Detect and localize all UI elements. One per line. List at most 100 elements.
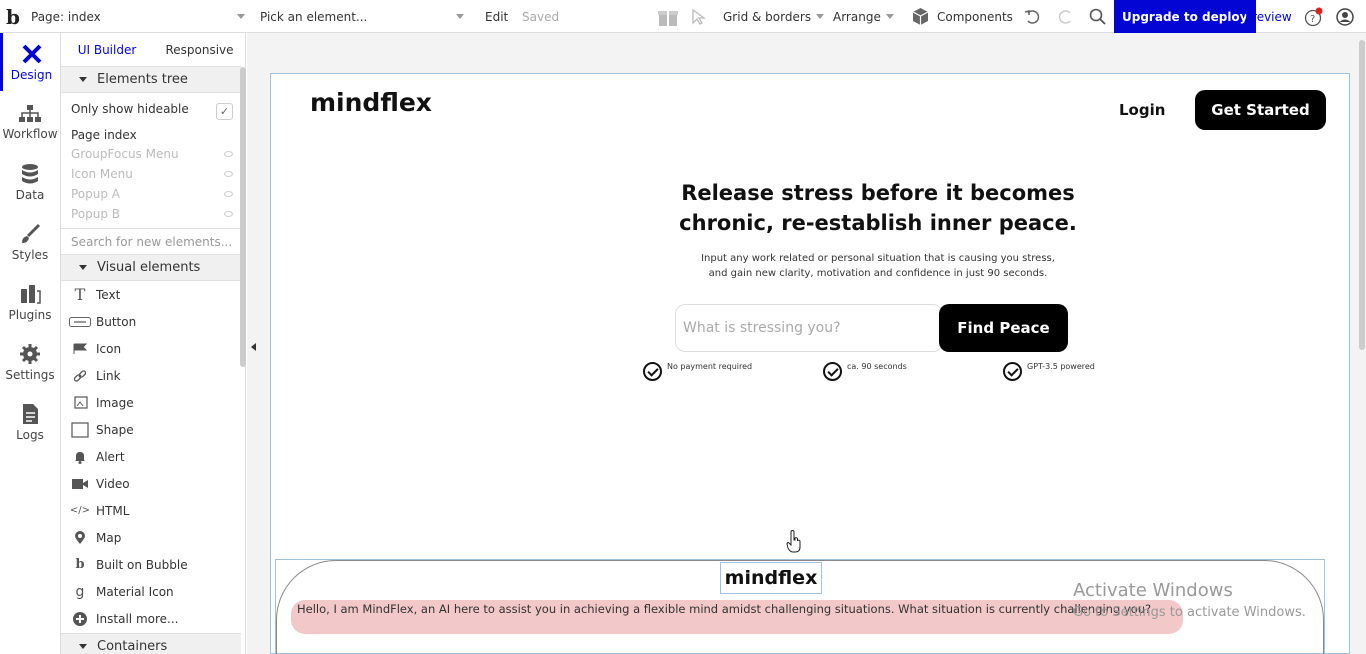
- tab-label: Responsive: [165, 42, 234, 57]
- chat-message-text: Hello, I am MindFlex, an AI here to assi…: [297, 602, 1152, 616]
- perk-no-payment[interactable]: No payment required: [643, 362, 752, 382]
- panel-tabs: UI Builder Responsive: [61, 33, 246, 66]
- stress-input[interactable]: [675, 304, 943, 352]
- perk-label: ca. 90 seconds: [847, 362, 907, 371]
- tree-item-page-index[interactable]: Page index: [61, 125, 241, 145]
- element-install-more[interactable]: Install more...: [61, 605, 241, 632]
- page-selector-label: Page: index: [31, 9, 101, 24]
- element-text[interactable]: T Text: [61, 281, 241, 308]
- edit-button[interactable]: Edit: [485, 0, 508, 33]
- element-map[interactable]: Map: [61, 524, 241, 551]
- nav-data[interactable]: Data: [0, 153, 60, 211]
- element-html[interactable]: </> HTML: [61, 497, 241, 524]
- only-show-hideable-checkbox[interactable]: ✓: [216, 103, 233, 120]
- element-built-on-bubble[interactable]: b Built on Bubble: [61, 551, 241, 578]
- element-label: Material Icon: [96, 584, 174, 599]
- only-show-hideable-label: Only show hideable: [71, 102, 189, 116]
- top-bar: b Page: index Pick an element... Edit Sa…: [0, 0, 1366, 33]
- site-logo[interactable]: mindflex: [310, 88, 432, 117]
- panel-scrollbar[interactable]: [240, 67, 246, 367]
- gear-icon: [20, 343, 40, 364]
- nav-logs[interactable]: Logs: [0, 393, 60, 451]
- activate-windows-watermark: Activate Windows Go to Settings to activ…: [1073, 580, 1306, 620]
- chevron-down-icon: [456, 14, 464, 19]
- perk-gpt[interactable]: GPT-3.5 powered: [1003, 362, 1095, 382]
- link-icon: [69, 368, 91, 384]
- visual-elements-header[interactable]: Visual elements: [61, 254, 241, 281]
- tab-ui-builder[interactable]: UI Builder: [61, 33, 153, 66]
- login-link[interactable]: Login: [1119, 101, 1165, 119]
- square-icon: [69, 421, 91, 438]
- section-label: Containers: [97, 639, 168, 654]
- element-button[interactable]: Button: [61, 308, 241, 335]
- element-label: Link: [96, 368, 121, 383]
- arrange-menu[interactable]: Arrange: [833, 0, 894, 33]
- element-material-icon[interactable]: g Material Icon: [61, 578, 241, 605]
- element-label: Icon: [96, 341, 122, 356]
- element-link[interactable]: Link: [61, 362, 241, 389]
- hero-subtitle[interactable]: Input any work related or personal situa…: [620, 251, 1136, 281]
- tab-responsive[interactable]: Responsive: [153, 33, 246, 66]
- section-label: Elements tree: [97, 72, 188, 87]
- tree-item-label: GroupFocus Menu: [71, 147, 179, 161]
- nav-settings[interactable]: Settings: [0, 333, 60, 391]
- bubble-logo[interactable]: b: [6, 0, 20, 33]
- watermark-subtitle: Go to Settings to activate Windows.: [1073, 605, 1306, 620]
- eye-icon[interactable]: [224, 211, 233, 217]
- chat-message-bubble[interactable]: Hello, I am MindFlex, an AI here to assi…: [291, 600, 1183, 634]
- grid-borders-label: Grid & borders: [723, 9, 812, 24]
- tree-item-icon-menu[interactable]: Icon Menu: [61, 164, 241, 184]
- element-image[interactable]: Image: [61, 389, 241, 416]
- containers-header[interactable]: Containers: [61, 633, 241, 654]
- code-icon: </>: [69, 505, 91, 516]
- nav-styles[interactable]: Styles: [0, 213, 60, 271]
- elements-tree-header[interactable]: Elements tree: [61, 66, 241, 93]
- check-circle-icon: [823, 362, 842, 381]
- search-elements-input[interactable]: Search for new elements...: [61, 228, 241, 255]
- perk-duration[interactable]: ca. 90 seconds: [823, 362, 907, 382]
- element-label: Video: [96, 476, 130, 491]
- hero-title[interactable]: Release stress before it becomes chronic…: [620, 178, 1136, 238]
- flag-icon: [69, 341, 91, 357]
- element-video[interactable]: Video: [61, 470, 241, 497]
- eye-icon[interactable]: [224, 171, 233, 177]
- check-circle-icon: [643, 362, 662, 381]
- nav-workflow[interactable]: Workflow: [0, 93, 60, 151]
- tree-item-popup-a[interactable]: Popup A: [61, 184, 241, 204]
- nav-label: Logs: [16, 427, 44, 442]
- cursor-select-icon[interactable]: [692, 0, 706, 33]
- element-alert[interactable]: Alert: [61, 443, 241, 470]
- nav-design[interactable]: Design: [0, 33, 60, 91]
- components-button[interactable]: Components: [911, 0, 1013, 33]
- tree-item-groupfocus-menu[interactable]: GroupFocus Menu: [61, 144, 241, 164]
- nav-plugins[interactable]: Plugins: [0, 273, 60, 331]
- image-icon: [69, 395, 91, 411]
- eye-icon[interactable]: [224, 191, 233, 197]
- redo-icon[interactable]: [1056, 0, 1074, 33]
- upgrade-button[interactable]: Upgrade to deploy: [1114, 0, 1256, 33]
- account-icon[interactable]: [1336, 0, 1354, 33]
- grid-borders-menu[interactable]: Grid & borders: [723, 0, 825, 33]
- get-started-button[interactable]: Get Started: [1195, 90, 1326, 130]
- eye-icon[interactable]: [224, 151, 233, 157]
- search-icon[interactable]: [1089, 0, 1106, 33]
- tree-item-popup-b[interactable]: Popup B: [61, 204, 241, 224]
- perk-label: GPT-3.5 powered: [1027, 362, 1095, 371]
- element-picker[interactable]: Pick an element...: [260, 0, 464, 33]
- element-shape[interactable]: Shape: [61, 416, 241, 443]
- page-selector[interactable]: Page: index: [31, 0, 245, 33]
- preview-button[interactable]: Preview: [1245, 0, 1292, 33]
- element-icon[interactable]: Icon: [61, 335, 241, 362]
- element-label: Install more...: [96, 611, 179, 626]
- undo-icon[interactable]: [1024, 0, 1042, 33]
- cube-icon: [912, 8, 929, 25]
- gift-icon[interactable]: [657, 0, 679, 33]
- material-icon-glyph: g: [75, 583, 85, 600]
- saved-label: Saved: [522, 9, 560, 24]
- canvas-scrollbar[interactable]: [1359, 40, 1365, 350]
- help-icon[interactable]: ?: [1304, 0, 1324, 33]
- chat-brand[interactable]: mindflex: [720, 562, 822, 594]
- collapse-panel-icon[interactable]: [251, 343, 256, 351]
- find-peace-button[interactable]: Find Peace: [939, 304, 1068, 352]
- chevron-down-icon: [816, 14, 825, 19]
